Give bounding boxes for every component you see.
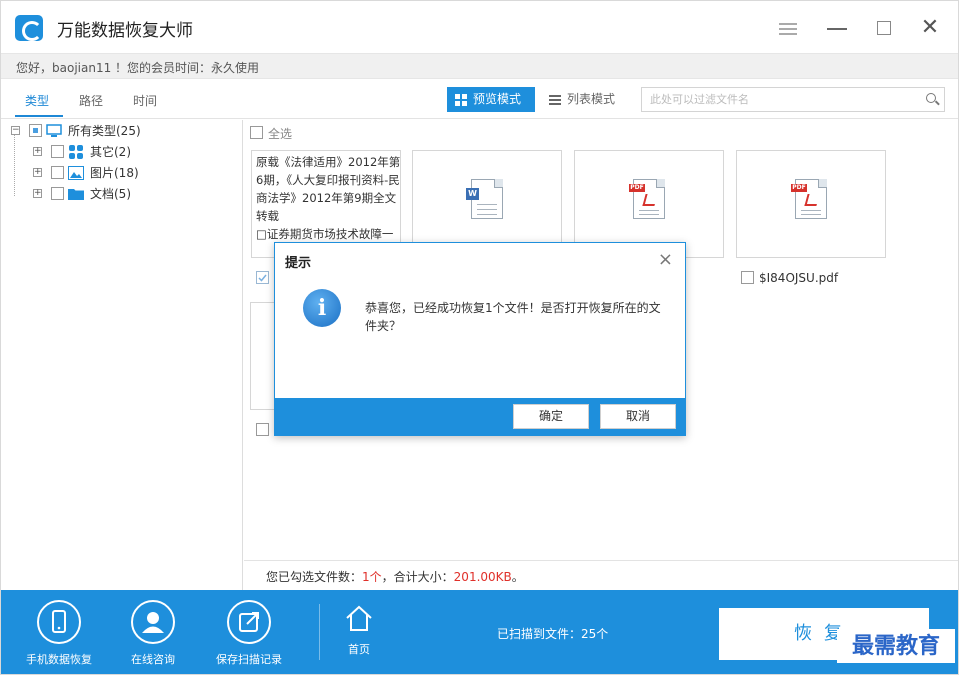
user-icon bbox=[131, 600, 175, 644]
home-button[interactable]: 首页 bbox=[335, 600, 383, 657]
dialog-footer: 确定 取消 bbox=[275, 398, 685, 435]
online-consult-label: 在线咨询 bbox=[131, 653, 175, 666]
save-scan-label: 保存扫描记录 bbox=[216, 653, 282, 666]
list-icon bbox=[549, 95, 561, 105]
list-mode-button[interactable]: 列表模式 bbox=[541, 87, 627, 112]
divider bbox=[319, 604, 320, 660]
ok-button[interactable]: 确定 bbox=[513, 404, 589, 429]
phone-icon bbox=[37, 600, 81, 644]
search-box bbox=[641, 87, 945, 112]
grid-icon bbox=[455, 94, 467, 106]
phone-recovery-button[interactable]: 手机数据恢复 bbox=[26, 600, 92, 666]
tab-type[interactable]: 类型 bbox=[25, 92, 49, 109]
app-window: 万能数据恢复大师 ✕ 您好，baojian11 ！您的会员时间：永久使用 类型 … bbox=[0, 0, 959, 675]
tree-node-other[interactable]: + 其它(2) bbox=[33, 144, 233, 162]
prompt-dialog: 提示 × i 恭喜您，已经成功恢复1个文件！是否打开恢复所在的文件夹？ 确定 取… bbox=[274, 242, 686, 436]
tree-connector bbox=[14, 134, 15, 196]
search-input[interactable] bbox=[650, 92, 910, 107]
phone-recovery-label: 手机数据恢复 bbox=[26, 653, 92, 666]
folder-icon bbox=[68, 187, 84, 201]
minimize-icon[interactable] bbox=[826, 17, 848, 39]
bottom-bar: 手机数据恢复 在线咨询 保存扫描记录 首页 已扫描到文件：25个 恢复 bbox=[1, 590, 958, 674]
selection-status: 您已勾选文件数：1个，合计大小：201.00KB。 bbox=[244, 560, 958, 590]
dialog-close-icon[interactable]: × bbox=[658, 249, 673, 270]
tree-checkbox-all[interactable] bbox=[29, 124, 42, 137]
expand-icon[interactable]: + bbox=[33, 189, 42, 198]
export-icon bbox=[227, 600, 271, 644]
close-icon[interactable]: ✕ bbox=[919, 17, 941, 39]
file-checkbox-5[interactable] bbox=[256, 423, 269, 436]
select-all-checkbox[interactable] bbox=[250, 126, 263, 139]
category-tree: − 所有类型(25) + 其它(2) + 图片(18) + 文档(5) bbox=[1, 120, 243, 590]
collapse-icon[interactable]: − bbox=[11, 126, 20, 135]
tree-checkbox-documents[interactable] bbox=[51, 187, 64, 200]
tree-label-documents: 文档(5) bbox=[90, 187, 131, 201]
apps-icon bbox=[68, 145, 84, 159]
pdf-document-icon: PDF bbox=[629, 179, 665, 219]
info-icon: i bbox=[303, 289, 341, 327]
file-name-4: $I84OJSU.pdf bbox=[759, 271, 839, 285]
tab-time[interactable]: 时间 bbox=[133, 92, 157, 109]
tree-checkbox-other[interactable] bbox=[51, 145, 64, 158]
app-logo-icon bbox=[15, 15, 43, 41]
status-size: 201.00KB bbox=[453, 570, 512, 584]
tree-node-all[interactable]: − 所有类型(25) bbox=[11, 123, 231, 141]
search-icon[interactable] bbox=[926, 93, 936, 103]
greeting-bar: 您好，baojian11 ！您的会员时间：永久使用 bbox=[1, 53, 958, 79]
list-mode-label: 列表模式 bbox=[567, 92, 616, 106]
online-consult-button[interactable]: 在线咨询 bbox=[123, 600, 183, 666]
select-all-label: 全选 bbox=[268, 127, 293, 141]
cancel-button[interactable]: 取消 bbox=[600, 404, 676, 429]
tree-label-images: 图片(18) bbox=[90, 166, 139, 180]
home-icon bbox=[346, 605, 372, 631]
file-checkbox-4[interactable] bbox=[741, 271, 754, 284]
save-scan-button[interactable]: 保存扫描记录 bbox=[216, 600, 282, 666]
tab-path[interactable]: 路径 bbox=[79, 92, 103, 109]
dialog-message: 恭喜您，已经成功恢复1个文件！是否打开恢复所在的文件夹？ bbox=[365, 301, 661, 333]
title-bar: 万能数据恢复大师 ✕ bbox=[1, 1, 958, 53]
file-checkbox-1[interactable] bbox=[256, 271, 269, 284]
status-prefix: 您已勾选文件数： bbox=[266, 570, 363, 584]
file-thumb-pdf-2[interactable]: PDF bbox=[736, 150, 886, 258]
preview-mode-label: 预览模式 bbox=[473, 92, 522, 106]
scanned-count: 已扫描到文件：25个 bbox=[497, 627, 609, 641]
watermark: 最需教育 bbox=[837, 629, 955, 663]
greeting-text: 您好，baojian11 ！您的会员时间：永久使用 bbox=[16, 61, 260, 75]
maximize-icon[interactable] bbox=[873, 17, 895, 39]
tree-checkbox-images[interactable] bbox=[51, 166, 64, 179]
tree-node-images[interactable]: + 图片(18) bbox=[33, 165, 233, 183]
tree-node-documents[interactable]: + 文档(5) bbox=[33, 186, 233, 204]
tree-label-all: 所有类型(25) bbox=[68, 124, 141, 138]
tree-label-other: 其它(2) bbox=[90, 145, 131, 159]
word-document-icon: W bbox=[466, 179, 503, 219]
status-mid: ，合计大小： bbox=[381, 570, 454, 584]
preview-mode-button[interactable]: 预览模式 bbox=[447, 87, 535, 112]
home-label: 首页 bbox=[348, 643, 370, 656]
pdf-document-icon: PDF bbox=[791, 179, 827, 219]
monitor-icon bbox=[46, 124, 62, 138]
image-icon bbox=[68, 166, 84, 180]
status-suffix: 。 bbox=[511, 570, 524, 584]
active-tab-indicator bbox=[15, 115, 63, 117]
dialog-title: 提示 bbox=[285, 256, 312, 271]
menu-icon[interactable] bbox=[777, 17, 799, 39]
status-count: 1个 bbox=[362, 570, 382, 584]
expand-icon[interactable]: + bbox=[33, 147, 42, 156]
expand-icon[interactable]: + bbox=[33, 168, 42, 177]
toolbar: 类型 路径 时间 预览模式 列表模式 bbox=[1, 79, 958, 119]
app-title: 万能数据恢复大师 bbox=[57, 21, 193, 41]
